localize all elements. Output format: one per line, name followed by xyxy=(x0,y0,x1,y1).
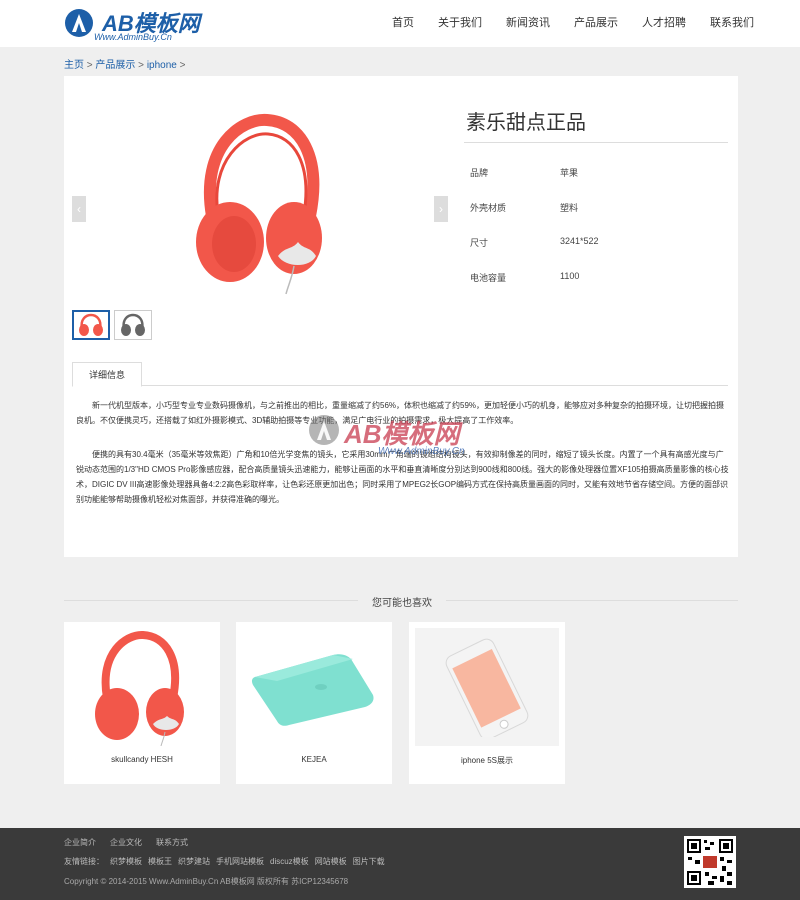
nav-products[interactable]: 产品展示 xyxy=(574,0,618,47)
site-footer: 企业简介 企业文化 联系方式 友情链接： 织梦模板 模板王 织梦建站 手机网站模… xyxy=(0,828,800,900)
breadcrumb-current[interactable]: iphone xyxy=(147,60,177,71)
friend-links: 友情链接： 织梦模板 模板王 织梦建站 手机网站模板 discuz模板 网站模板… xyxy=(64,856,391,867)
qr-code-icon xyxy=(684,836,736,888)
related-card-label: skullcandy HESH xyxy=(111,755,173,764)
product-title: 素乐甜点正品 xyxy=(466,110,586,134)
attribute-value: 1100 xyxy=(560,271,580,281)
watermark-subtext: Www.AdminBuy.Cn xyxy=(378,446,465,457)
friend-link[interactable]: 织梦模板 xyxy=(110,856,142,867)
main-nav: 首页 关于我们 新闻资讯 产品展示 人才招聘 联系我们 xyxy=(392,0,754,47)
product-attributes: 品牌 苹果 外壳材质 塑料 尺寸 3241*522 电池容量 1100 xyxy=(470,160,720,300)
site-logo[interactable]: AB模板网 Www.AdminBuy.Cn xyxy=(64,6,224,44)
logo-subtext: Www.AdminBuy.Cn xyxy=(94,32,172,42)
detail-tabbar: 详细信息 xyxy=(72,362,728,387)
related-card[interactable]: iphone 5S展示 xyxy=(409,622,565,784)
tab-details[interactable]: 详细信息 xyxy=(72,362,142,387)
headphone-thumb-grey-icon xyxy=(121,313,145,336)
site-header: AB模板网 Www.AdminBuy.Cn 首页 关于我们 新闻资讯 产品展示 … xyxy=(0,0,800,47)
breadcrumb: 主页 > 产品展示 > iphone > xyxy=(64,56,185,71)
related-card-image xyxy=(242,628,386,746)
thumbnail-red[interactable] xyxy=(72,310,110,340)
friend-link[interactable]: 图片下载 xyxy=(353,856,385,867)
headphone-image xyxy=(95,631,184,746)
nav-jobs[interactable]: 人才招聘 xyxy=(642,0,686,47)
thumbnail-strip xyxy=(72,310,156,340)
product-panel: ‹ › 素乐甜点正品 品牌 苹果 外壳材质 塑料 尺寸 3241*522 电池容… xyxy=(64,76,738,557)
attribute-key: 品牌 xyxy=(470,168,489,178)
watermark-logo-icon xyxy=(309,415,339,445)
friend-links-label: 友情链接： xyxy=(64,857,104,866)
attribute-row: 品牌 苹果 xyxy=(470,160,720,195)
related-card-image xyxy=(70,628,214,746)
nav-home[interactable]: 首页 xyxy=(392,0,414,47)
attribute-key: 外壳材质 xyxy=(470,203,507,213)
related-card-label: iphone 5S展示 xyxy=(460,756,514,765)
powerbank-image xyxy=(251,654,374,726)
nav-about[interactable]: 关于我们 xyxy=(438,0,482,47)
gallery-prev-button[interactable]: ‹ xyxy=(72,196,86,222)
breadcrumb-separator: > xyxy=(135,60,147,71)
attribute-value: 塑料 xyxy=(560,203,579,213)
friend-link[interactable]: 织梦建站 xyxy=(178,856,210,867)
footer-links: 企业简介 企业文化 联系方式 xyxy=(64,837,202,848)
related-card-image xyxy=(415,628,559,746)
attribute-row: 尺寸 3241*522 xyxy=(470,230,720,265)
attribute-value: 3241*522 xyxy=(560,236,599,246)
related-divider-left xyxy=(64,600,358,601)
related-card[interactable]: skullcandy HESH xyxy=(64,622,220,784)
friend-link[interactable]: 网站模板 xyxy=(315,856,347,867)
friend-link[interactable]: 模板王 xyxy=(148,856,172,867)
friend-link[interactable]: 手机网站模板 xyxy=(216,856,264,867)
nav-contact[interactable]: 联系我们 xyxy=(710,0,754,47)
attribute-key: 电池容量 xyxy=(470,273,507,283)
headphone-main-image xyxy=(196,113,322,295)
footer-link[interactable]: 企业简介 xyxy=(64,837,96,848)
attribute-value: 苹果 xyxy=(560,168,579,178)
headphone-thumb-red-icon xyxy=(79,313,103,336)
related-divider-right xyxy=(446,600,738,601)
iphone-image xyxy=(445,638,529,737)
breadcrumb-separator: > xyxy=(176,60,186,71)
gallery-next-button[interactable]: › xyxy=(434,196,448,222)
attribute-key: 尺寸 xyxy=(470,238,489,248)
footer-link[interactable]: 联系方式 xyxy=(156,837,188,848)
title-divider xyxy=(464,142,728,143)
breadcrumb-home[interactable]: 主页 xyxy=(64,60,84,71)
breadcrumb-category[interactable]: 产品展示 xyxy=(95,60,135,71)
copyright-text: Copyright © 2014-2015 Www.AdminBuy.Cn AB… xyxy=(64,877,349,886)
product-gallery: ‹ › xyxy=(72,76,448,304)
breadcrumb-separator: > xyxy=(84,60,96,71)
attribute-row: 电池容量 1100 xyxy=(470,265,720,300)
related-card[interactable]: KEJEA xyxy=(236,622,392,784)
thumbnail-grey[interactable] xyxy=(114,310,152,340)
related-card-label: KEJEA xyxy=(301,755,327,764)
friend-link[interactable]: discuz模板 xyxy=(270,856,309,867)
footer-link[interactable]: 企业文化 xyxy=(110,837,142,848)
nav-news[interactable]: 新闻资讯 xyxy=(506,0,550,47)
related-title: 您可能也喜欢 xyxy=(372,598,432,609)
attribute-row: 外壳材质 塑料 xyxy=(470,195,720,230)
